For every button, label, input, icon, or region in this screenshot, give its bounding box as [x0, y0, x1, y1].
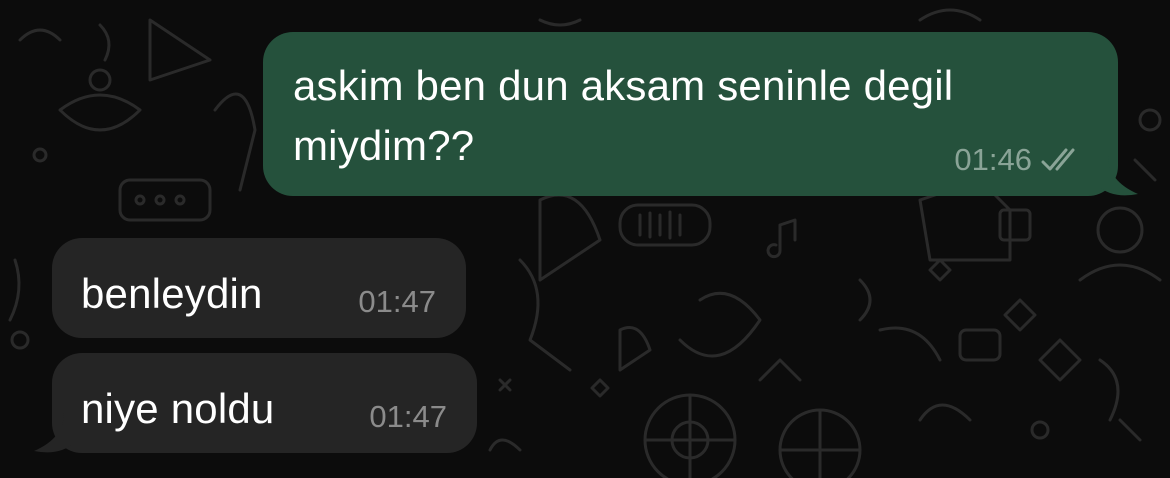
outgoing-bubble-tail: [1098, 156, 1138, 196]
message-time: 01:46: [954, 142, 1032, 177]
message-meta: 01:46: [954, 142, 1086, 178]
incoming-message-bubble[interactable]: benleydin 01:47: [52, 238, 466, 338]
message-time: 01:47: [358, 284, 436, 319]
outgoing-message-bubble[interactable]: askim ben dun aksam seninle degil miydim…: [263, 32, 1118, 196]
chat-view[interactable]: askim ben dun aksam seninle degil miydim…: [0, 0, 1170, 478]
message-meta: 01:47: [358, 284, 436, 320]
message-meta: 01:47: [369, 399, 447, 435]
message-time: 01:47: [369, 399, 447, 434]
incoming-message-bubble[interactable]: niye noldu 01:47: [52, 353, 477, 453]
incoming-bubble-tail: [34, 413, 74, 453]
double-check-icon: [1040, 148, 1086, 172]
